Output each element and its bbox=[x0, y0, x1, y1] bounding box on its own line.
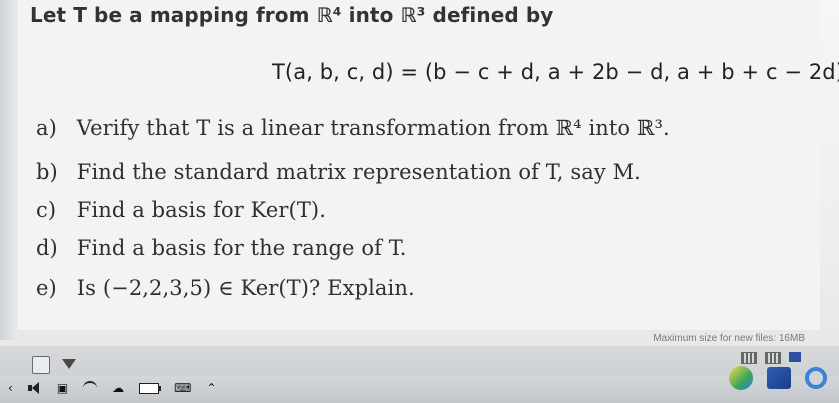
grid-icon[interactable] bbox=[741, 352, 757, 364]
keyboard-icon[interactable]: ⌨ bbox=[174, 381, 191, 395]
edge-icon[interactable] bbox=[805, 367, 827, 389]
question-content: Let T be a mapping from ℝ⁴ into ℝ³ defin… bbox=[18, 0, 839, 330]
page: Let T be a mapping from ℝ⁴ into ℝ³ defin… bbox=[0, 0, 839, 403]
taskbar-apps bbox=[729, 366, 827, 390]
system-tray: ‹ ▣ ☁ ⌨ ⌃ bbox=[8, 381, 217, 395]
question-a-text: Verify that T is a linear transformation… bbox=[76, 116, 670, 140]
chrome-icon[interactable] bbox=[729, 366, 753, 390]
question-d: d) Find a basis for the range of T. bbox=[36, 236, 407, 260]
chevron-up-icon[interactable]: ⌃ bbox=[206, 381, 216, 395]
question-e-label: e) bbox=[36, 276, 57, 300]
chevron-left-icon[interactable]: ‹ bbox=[8, 381, 13, 395]
volume-icon[interactable] bbox=[27, 382, 42, 394]
battery-icon[interactable] bbox=[139, 382, 162, 394]
mail-icon[interactable] bbox=[767, 367, 791, 389]
question-c: c) Find a basis for Ker(T). bbox=[36, 198, 326, 222]
question-a: a) Verify that T is a linear transformat… bbox=[36, 116, 670, 140]
max-size-note: Maximum size for new files: 16MB bbox=[653, 333, 805, 344]
question-c-text: Find a basis for Ker(T). bbox=[76, 198, 327, 222]
question-e-text: Is (−2,2,3,5) ∈ Ker(T)? Explain. bbox=[76, 276, 415, 300]
upload-icons bbox=[32, 356, 76, 374]
question-c-label: c) bbox=[36, 198, 57, 222]
tablet-icon[interactable]: ▣ bbox=[57, 381, 68, 395]
transformation-formula: T(a, b, c, d) = (b − c + d, a + 2b − d, … bbox=[272, 60, 839, 84]
question-e: e) Is (−2,2,3,5) ∈ Ker(T)? Explain. bbox=[36, 276, 415, 300]
list-icon[interactable] bbox=[765, 352, 781, 364]
question-b: b) Find the standard matrix representati… bbox=[36, 160, 641, 184]
download-icon[interactable] bbox=[62, 359, 76, 369]
folder-icon[interactable] bbox=[789, 352, 801, 362]
left-border bbox=[0, 0, 18, 340]
question-b-label: b) bbox=[36, 160, 58, 184]
wifi-icon[interactable] bbox=[83, 381, 98, 395]
cloud-icon[interactable]: ☁ bbox=[112, 381, 124, 395]
file-icon[interactable] bbox=[32, 356, 50, 374]
question-b-text: Find the standard matrix representation … bbox=[76, 160, 641, 184]
question-a-label: a) bbox=[36, 116, 57, 140]
view-icons bbox=[741, 352, 801, 364]
problem-intro: Let T be a mapping from ℝ⁴ into ℝ³ defin… bbox=[30, 3, 554, 27]
question-d-text: Find a basis for the range of T. bbox=[76, 236, 407, 260]
question-d-label: d) bbox=[36, 236, 58, 260]
